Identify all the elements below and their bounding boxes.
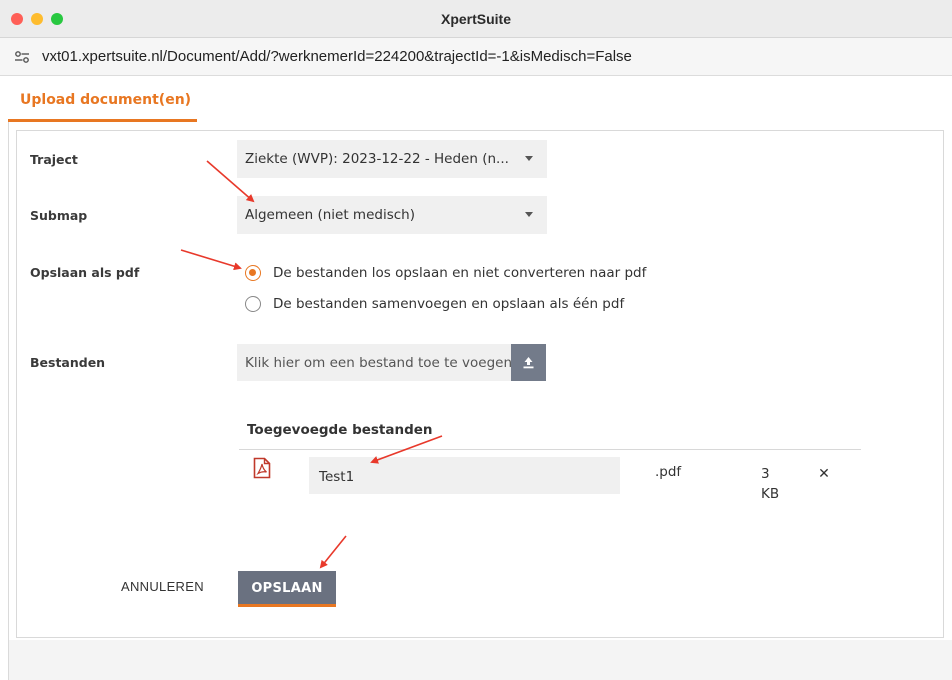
page-background bbox=[9, 640, 952, 680]
radio-label: De bestanden los opslaan en niet convert… bbox=[273, 265, 647, 281]
save-button[interactable]: OPSLAAN bbox=[238, 571, 336, 607]
added-files-heading: Toegevoegde bestanden bbox=[247, 422, 433, 438]
tab-upload-documents[interactable]: Upload document(en) bbox=[8, 77, 197, 122]
file-extension: .pdf bbox=[655, 464, 682, 480]
pdf-file-icon bbox=[253, 457, 271, 479]
traject-label: Traject bbox=[30, 152, 78, 167]
url-text[interactable]: vxt01.xpertsuite.nl/Document/Add/?werkne… bbox=[42, 48, 632, 65]
close-icon[interactable]: ✕ bbox=[817, 467, 831, 481]
upload-form: Traject Ziekte (WVP): 2023-12-22 - Heden… bbox=[16, 130, 944, 638]
save-button-label: OPSLAAN bbox=[251, 581, 323, 596]
submap-value: Algemeen (niet medisch) bbox=[245, 207, 415, 223]
chevron-down-icon bbox=[525, 212, 533, 217]
upload-icon bbox=[523, 357, 534, 369]
chevron-down-icon bbox=[525, 156, 533, 161]
radio-label: De bestanden samenvoegen en opslaan als … bbox=[273, 296, 625, 312]
divider bbox=[239, 449, 861, 450]
tab-bar: Upload document(en) bbox=[0, 77, 952, 122]
files-label: Bestanden bbox=[30, 355, 106, 370]
cancel-button[interactable]: ANNULEREN bbox=[121, 579, 204, 594]
window-titlebar: XpertSuite bbox=[0, 0, 952, 38]
radio-button[interactable] bbox=[245, 296, 261, 312]
pdf-option-label: Opslaan als pdf bbox=[30, 265, 140, 280]
radio-button-checked[interactable] bbox=[245, 265, 261, 281]
address-bar[interactable]: vxt01.xpertsuite.nl/Document/Add/?werkne… bbox=[0, 38, 952, 76]
tab-label: Upload document(en) bbox=[20, 92, 192, 108]
submap-select[interactable]: Algemeen (niet medisch) bbox=[237, 196, 547, 234]
submap-label: Submap bbox=[30, 208, 88, 223]
file-size: 3 KB bbox=[761, 466, 780, 502]
divider bbox=[8, 122, 9, 680]
file-input-placeholder: Klik hier om een bestand toe te voegen bbox=[245, 355, 512, 371]
traject-select[interactable]: Ziekte (WVP): 2023-12-22 - Heden (n... bbox=[237, 140, 547, 178]
site-settings-icon[interactable] bbox=[14, 49, 30, 65]
file-input[interactable]: Klik hier om een bestand toe te voegen bbox=[237, 344, 512, 381]
traject-value: Ziekte (WVP): 2023-12-22 - Heden (n... bbox=[245, 151, 509, 167]
upload-button[interactable] bbox=[511, 344, 546, 381]
file-name: Test1 bbox=[319, 469, 355, 485]
window-title: XpertSuite bbox=[440, 11, 511, 27]
file-name-field[interactable]: Test1 bbox=[309, 457, 620, 494]
